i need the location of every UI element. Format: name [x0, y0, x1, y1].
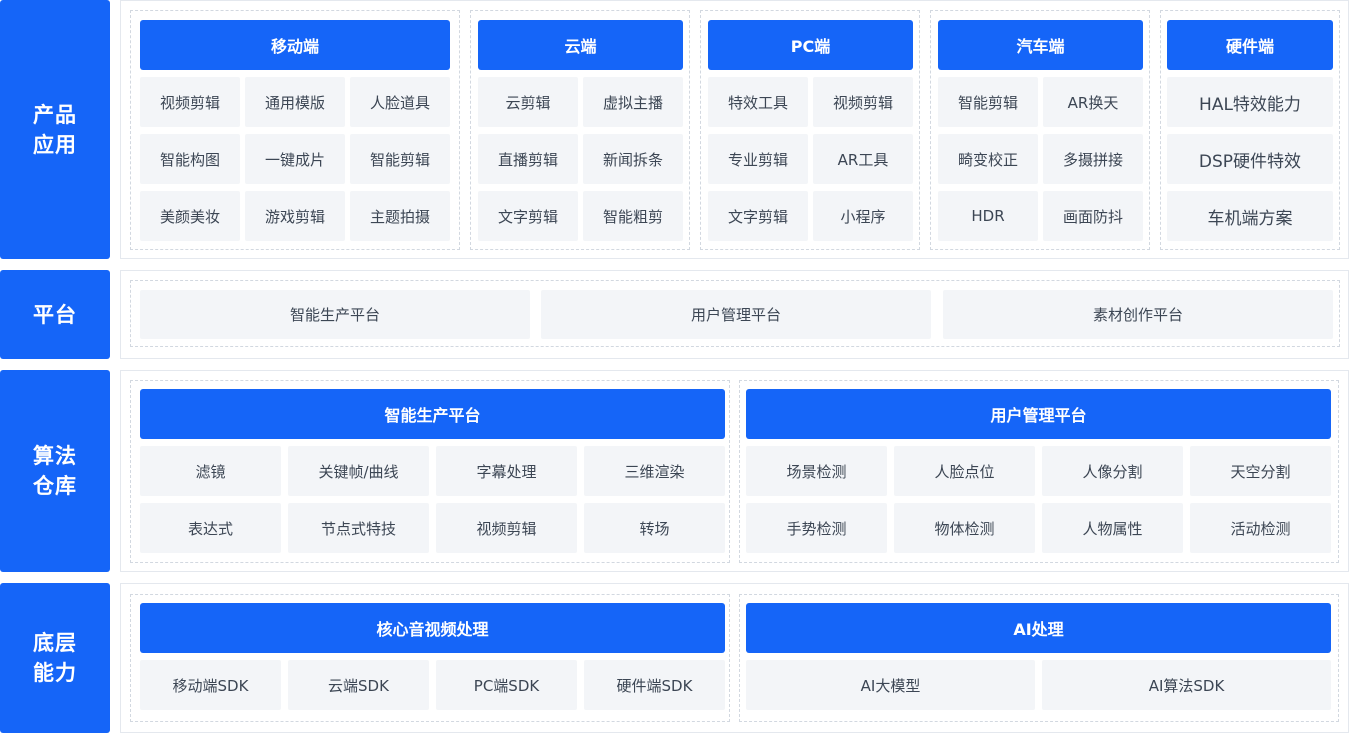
product-item: 人脸道具: [350, 77, 450, 127]
product-item: 云剪辑: [478, 77, 578, 127]
product-item: AR工具: [813, 134, 913, 184]
algorithm-group-header: 用户管理平台: [746, 389, 1331, 439]
product-item: 车机端方案: [1167, 191, 1333, 241]
layer-label-text: 底层能力: [33, 631, 77, 685]
product-item: 文字剪辑: [708, 191, 808, 241]
platform-item: 智能生产平台: [140, 290, 530, 339]
product-item: 特效工具: [708, 77, 808, 127]
product-item: HDR: [938, 191, 1038, 241]
product-item: 美颜美妆: [140, 191, 240, 241]
product-item: 文字剪辑: [478, 191, 578, 241]
product-item: DSP硬件特效: [1167, 134, 1333, 184]
algorithm-item: 视频剪辑: [436, 503, 577, 553]
layer-label-text: 平台: [33, 302, 77, 327]
product-group-header: 移动端: [140, 20, 450, 70]
platform-item: 素材创作平台: [943, 290, 1333, 339]
algorithm-item: 节点式特技: [288, 503, 429, 553]
layer-label-text: 产品应用: [33, 102, 77, 157]
algorithm-item: 人像分割: [1042, 446, 1183, 496]
algorithm-item: 表达式: [140, 503, 281, 553]
product-item: 通用模版: [245, 77, 345, 127]
base-group-header: AI处理: [746, 603, 1331, 653]
platform-item: 用户管理平台: [541, 290, 931, 339]
product-item: 一键成片: [245, 134, 345, 184]
product-item: 视频剪辑: [813, 77, 913, 127]
product-item: HAL特效能力: [1167, 77, 1333, 127]
algorithm-item: 三维渲染: [584, 446, 725, 496]
layer-label-text: 算法仓库: [33, 444, 77, 498]
product-item: 新闻拆条: [583, 134, 683, 184]
base-group-header: 核心音视频处理: [140, 603, 725, 653]
product-group-header: 云端: [478, 20, 683, 70]
algorithm-item: 物体检测: [894, 503, 1035, 553]
product-group-header: 汽车端: [938, 20, 1143, 70]
base-item: 云端SDK: [288, 660, 429, 710]
algorithm-item: 人脸点位: [894, 446, 1035, 496]
product-item: 主题拍摄: [350, 191, 450, 241]
algorithm-item: 字幕处理: [436, 446, 577, 496]
product-item: AR换天: [1043, 77, 1143, 127]
base-item: 移动端SDK: [140, 660, 281, 710]
layer-label-product: 产品应用: [0, 0, 110, 259]
algorithm-group-header: 智能生产平台: [140, 389, 725, 439]
algorithm-item: 天空分割: [1190, 446, 1331, 496]
product-item: 虚拟主播: [583, 77, 683, 127]
algorithm-item: 场景检测: [746, 446, 887, 496]
product-item: 多摄拼接: [1043, 134, 1143, 184]
algorithm-item: 人物属性: [1042, 503, 1183, 553]
product-item: 直播剪辑: [478, 134, 578, 184]
layer-label-algorithm: 算法仓库: [0, 370, 110, 572]
base-item: AI大模型: [746, 660, 1035, 710]
algorithm-item: 关键帧/曲线: [288, 446, 429, 496]
layer-label-base: 底层能力: [0, 583, 110, 733]
product-item: 智能剪辑: [938, 77, 1038, 127]
product-item: 智能构图: [140, 134, 240, 184]
algorithm-item: 转场: [584, 503, 725, 553]
product-item: 游戏剪辑: [245, 191, 345, 241]
base-item: PC端SDK: [436, 660, 577, 710]
algorithm-item: 滤镜: [140, 446, 281, 496]
product-group-header: 硬件端: [1167, 20, 1333, 70]
product-item: 视频剪辑: [140, 77, 240, 127]
product-item: 画面防抖: [1043, 191, 1143, 241]
base-item: AI算法SDK: [1042, 660, 1331, 710]
product-item: 畸变校正: [938, 134, 1038, 184]
product-item: 专业剪辑: [708, 134, 808, 184]
product-item: 小程序: [813, 191, 913, 241]
algorithm-item: 手势检测: [746, 503, 887, 553]
algorithm-item: 活动检测: [1190, 503, 1331, 553]
product-group-header: PC端: [708, 20, 913, 70]
product-item: 智能剪辑: [350, 134, 450, 184]
layer-label-platform: 平台: [0, 270, 110, 359]
base-item: 硬件端SDK: [584, 660, 725, 710]
product-item: 智能粗剪: [583, 191, 683, 241]
